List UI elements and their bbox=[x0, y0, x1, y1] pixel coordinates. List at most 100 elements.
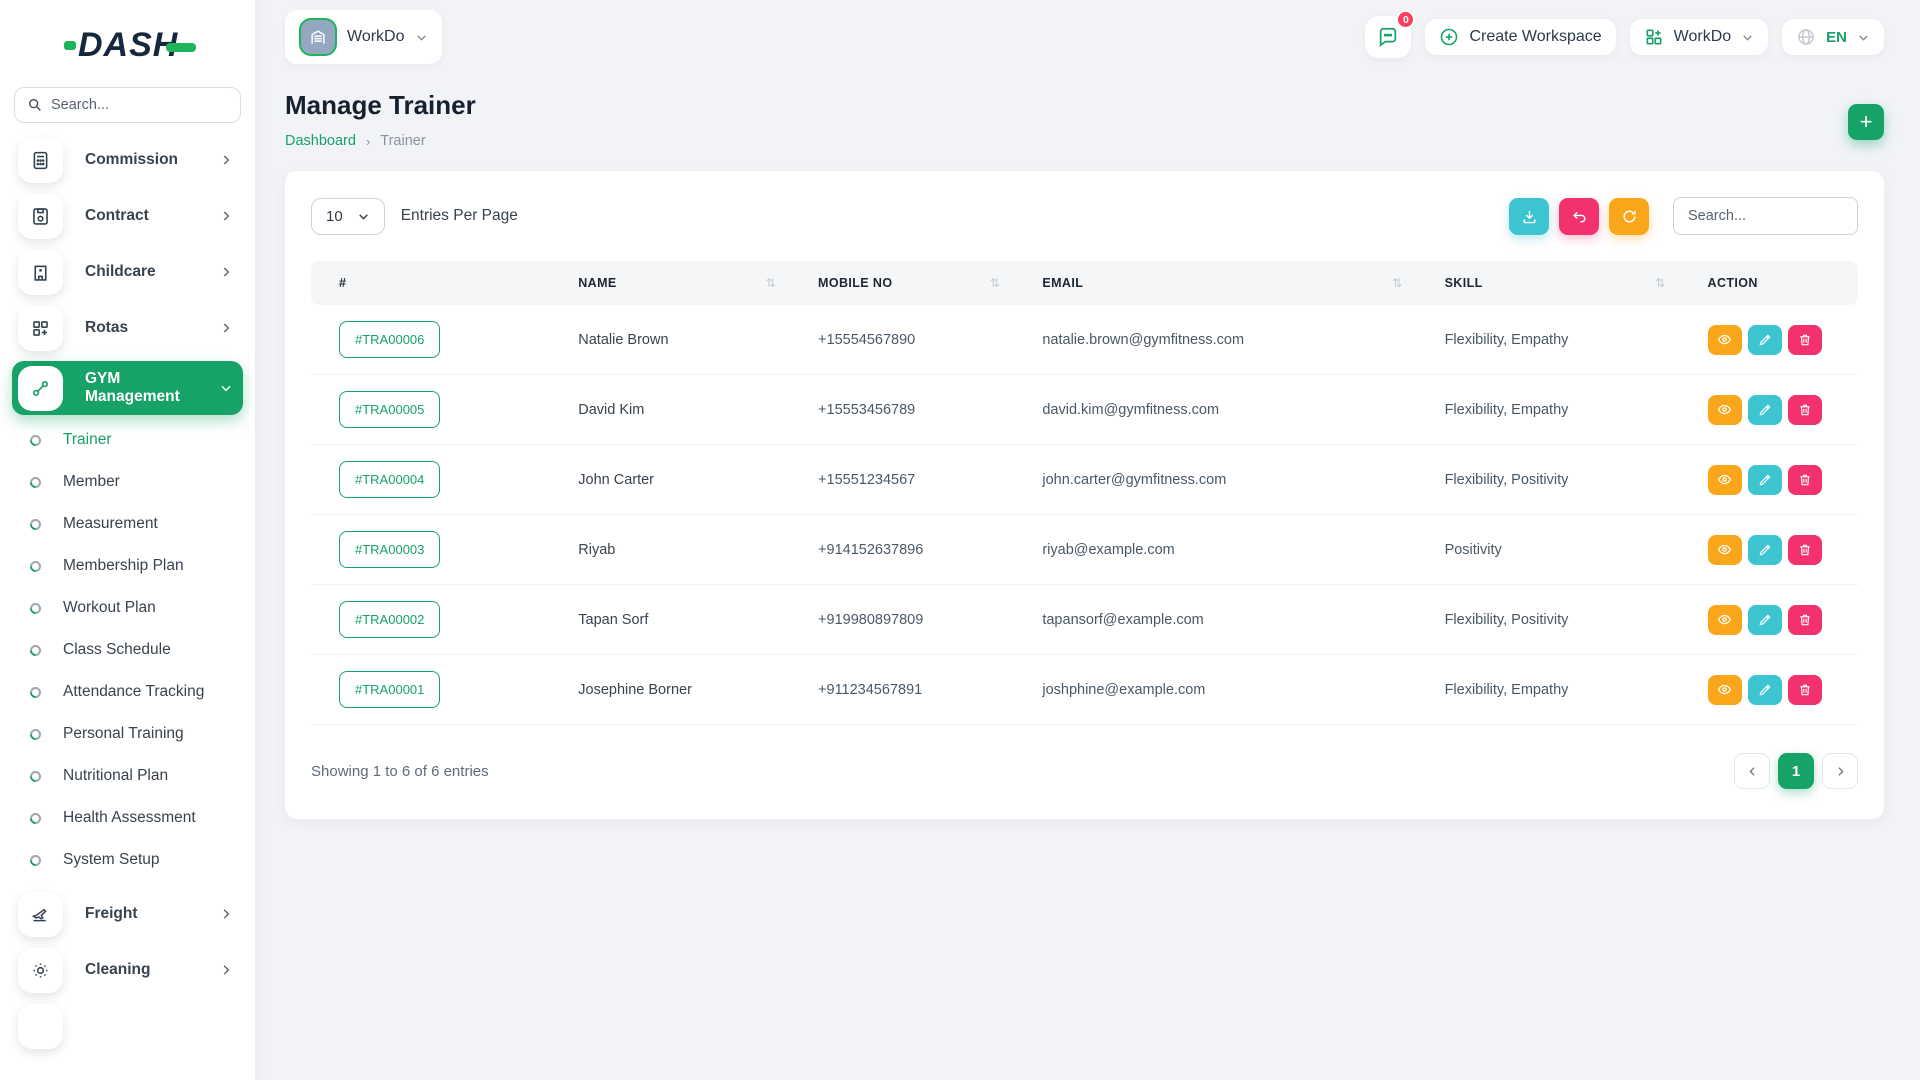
next-page-button[interactable] bbox=[1822, 753, 1858, 789]
subitem-label: Nutritional Plan bbox=[63, 767, 168, 785]
sidebar-item-contract[interactable]: Contract bbox=[12, 193, 243, 239]
view-button[interactable] bbox=[1708, 325, 1742, 355]
trainer-id-badge[interactable]: #TRA00002 bbox=[339, 601, 440, 638]
view-button[interactable] bbox=[1708, 675, 1742, 705]
edit-button[interactable] bbox=[1748, 465, 1782, 495]
sidebar-subitem-personal-training[interactable]: Personal Training bbox=[0, 713, 255, 755]
workspace-selector[interactable]: WorkDo bbox=[285, 10, 442, 64]
gym-submenu: Trainer Member Measurement Membership Pl… bbox=[0, 415, 255, 881]
trainer-name: John Carter bbox=[566, 445, 806, 515]
edit-button[interactable] bbox=[1748, 605, 1782, 635]
sidebar-subitem-class-schedule[interactable]: Class Schedule bbox=[0, 629, 255, 671]
sidebar-subitem-attendance-tracking[interactable]: Attendance Tracking bbox=[0, 671, 255, 713]
eye-icon bbox=[1717, 542, 1732, 557]
add-trainer-button[interactable]: + bbox=[1848, 104, 1884, 140]
view-button[interactable] bbox=[1708, 465, 1742, 495]
language-selector[interactable]: EN bbox=[1782, 19, 1884, 55]
create-workspace-button[interactable]: Create Workspace bbox=[1425, 19, 1615, 55]
delete-button[interactable] bbox=[1788, 605, 1822, 635]
chevron-down-icon bbox=[219, 381, 233, 395]
refresh-button[interactable] bbox=[1609, 198, 1649, 235]
sidebar-item-label: Contract bbox=[85, 207, 219, 225]
delete-button[interactable] bbox=[1788, 675, 1822, 705]
column-header-name[interactable]: NAME⇅ bbox=[566, 261, 806, 305]
sidebar-subitem-health-assessment[interactable]: Health Assessment bbox=[0, 797, 255, 839]
column-header-email[interactable]: EMAIL⇅ bbox=[1030, 261, 1432, 305]
trash-icon bbox=[1798, 613, 1812, 627]
sidebar-subitem-trainer[interactable]: Trainer bbox=[0, 419, 255, 461]
workdo-menu[interactable]: WorkDo bbox=[1630, 19, 1769, 55]
delete-button[interactable] bbox=[1788, 465, 1822, 495]
trainer-email: joshphine@example.com bbox=[1030, 655, 1432, 725]
sort-icon[interactable]: ⇅ bbox=[766, 276, 776, 290]
sidebar-subitem-member[interactable]: Member bbox=[0, 461, 255, 503]
chevron-down-icon bbox=[1857, 31, 1870, 44]
trainer-email: david.kim@gymfitness.com bbox=[1030, 375, 1432, 445]
sort-icon[interactable]: ⇅ bbox=[1655, 276, 1665, 290]
edit-button[interactable] bbox=[1748, 325, 1782, 355]
sort-icon[interactable]: ⇅ bbox=[1392, 276, 1402, 290]
sidebar-subitem-membership-plan[interactable]: Membership Plan bbox=[0, 545, 255, 587]
trainer-id-badge[interactable]: #TRA00003 bbox=[339, 531, 440, 568]
contract-icon bbox=[18, 194, 63, 239]
sidebar-subitem-measurement[interactable]: Measurement bbox=[0, 503, 255, 545]
messages-button[interactable]: 0 bbox=[1365, 16, 1411, 58]
view-button[interactable] bbox=[1708, 605, 1742, 635]
sidebar-item-rotas[interactable]: Rotas bbox=[12, 305, 243, 351]
page-number-button[interactable]: 1 bbox=[1778, 753, 1814, 789]
sidebar-item-childcare[interactable]: Childcare bbox=[12, 249, 243, 295]
view-button[interactable] bbox=[1708, 395, 1742, 425]
edit-button[interactable] bbox=[1748, 535, 1782, 565]
subitem-label: Attendance Tracking bbox=[63, 683, 204, 701]
edit-button[interactable] bbox=[1748, 395, 1782, 425]
grid-plus-icon bbox=[1644, 27, 1664, 47]
sidebar-subitem-workout-plan[interactable]: Workout Plan bbox=[0, 587, 255, 629]
trainer-id-badge[interactable]: #TRA00005 bbox=[339, 391, 440, 428]
previous-page-button[interactable] bbox=[1734, 753, 1770, 789]
column-header-id[interactable]: # bbox=[311, 261, 566, 305]
entries-per-page-select[interactable]: 10 bbox=[311, 198, 385, 235]
column-header-skill[interactable]: SKILL⇅ bbox=[1433, 261, 1696, 305]
brightness-icon bbox=[18, 948, 63, 993]
sidebar-item-label: Cleaning bbox=[85, 961, 219, 979]
column-header-mobile[interactable]: MOBILE NO⇅ bbox=[806, 261, 1030, 305]
column-header-action: ACTION bbox=[1696, 261, 1858, 305]
sidebar-item-freight[interactable]: Freight bbox=[12, 891, 243, 937]
edit-button[interactable] bbox=[1748, 675, 1782, 705]
table-search-input[interactable] bbox=[1688, 208, 1843, 224]
table-search[interactable] bbox=[1673, 197, 1858, 235]
topbar-right: 0 Create Workspace WorkDo bbox=[1365, 16, 1884, 58]
delete-button[interactable] bbox=[1788, 535, 1822, 565]
sidebar-item-gym-management[interactable]: GYM Management bbox=[12, 361, 243, 415]
sidebar-search-input[interactable] bbox=[51, 97, 201, 113]
breadcrumb-dashboard-link[interactable]: Dashboard bbox=[285, 133, 356, 149]
delete-button[interactable] bbox=[1788, 395, 1822, 425]
trainer-id-badge[interactable]: #TRA00006 bbox=[339, 321, 440, 358]
export-button[interactable] bbox=[1509, 198, 1549, 235]
dumbbell-icon bbox=[18, 366, 63, 411]
topbar: WorkDo 0 Create Workspace bbox=[255, 0, 1920, 64]
pencil-icon bbox=[1758, 473, 1772, 487]
view-button[interactable] bbox=[1708, 535, 1742, 565]
reset-button[interactable] bbox=[1559, 198, 1599, 235]
table-controls: 10 Entries Per Page bbox=[311, 197, 1858, 235]
sidebar-subitem-system-setup[interactable]: System Setup bbox=[0, 839, 255, 881]
sidebar-subitem-nutritional-plan[interactable]: Nutritional Plan bbox=[0, 755, 255, 797]
delete-button[interactable] bbox=[1788, 325, 1822, 355]
trainer-id-badge[interactable]: #TRA00004 bbox=[339, 461, 440, 498]
subitem-label: Health Assessment bbox=[63, 809, 196, 827]
sidebar-search[interactable] bbox=[14, 87, 241, 123]
sort-icon[interactable]: ⇅ bbox=[990, 276, 1000, 290]
plus-icon: + bbox=[1860, 109, 1873, 135]
logo[interactable]: DASH bbox=[0, 0, 255, 65]
sidebar-item-partial[interactable] bbox=[12, 1003, 243, 1049]
trainer-name: Natalie Brown bbox=[566, 305, 806, 375]
entries-per-page-label: Entries Per Page bbox=[401, 207, 518, 225]
table-row: #TRA00002 Tapan Sorf +919980897809 tapan… bbox=[311, 585, 1858, 655]
sidebar-item-cleaning[interactable]: Cleaning bbox=[12, 947, 243, 993]
trainer-name: Tapan Sorf bbox=[566, 585, 806, 655]
grid-plus-icon bbox=[18, 306, 63, 351]
sidebar-item-commission[interactable]: Commission bbox=[12, 137, 243, 183]
trainer-id-badge[interactable]: #TRA00001 bbox=[339, 671, 440, 708]
trainer-email: natalie.brown@gymfitness.com bbox=[1030, 305, 1432, 375]
